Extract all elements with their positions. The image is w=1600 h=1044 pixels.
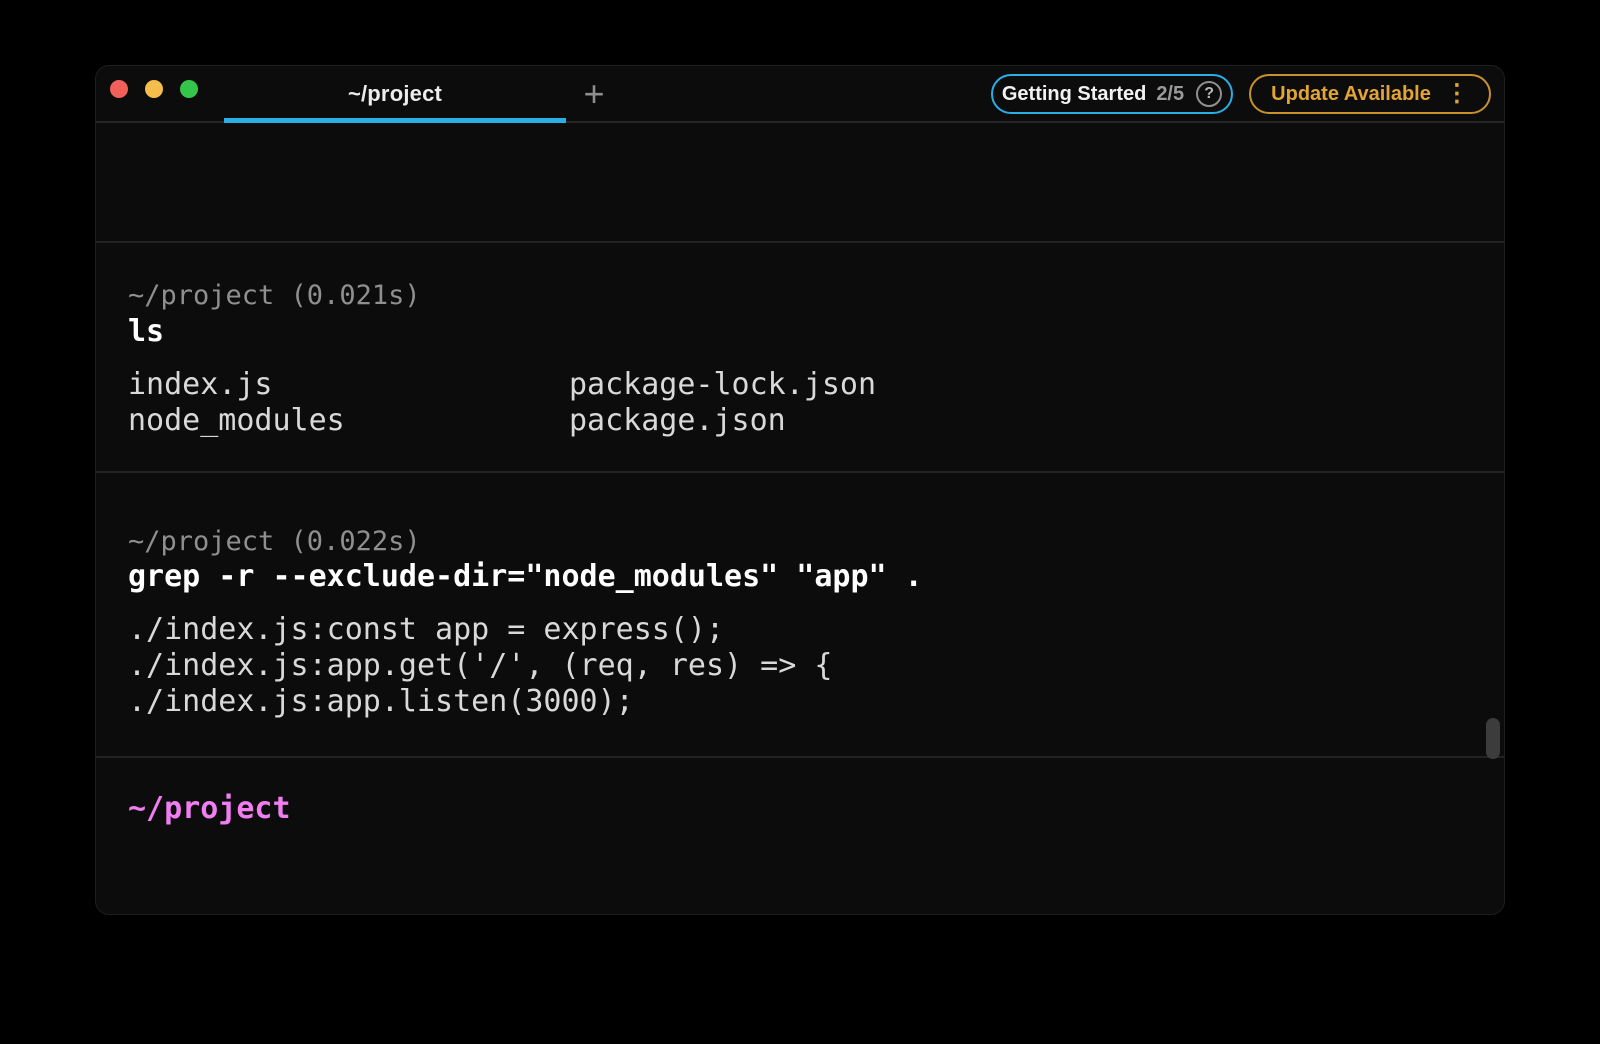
getting-started-progress: 2/5	[1156, 83, 1184, 106]
title-bar[interactable]: ~/project + Getting Started 2/5 ? Update…	[96, 66, 1504, 123]
command-text[interactable]: ls	[128, 314, 164, 350]
new-tab-button[interactable]: +	[572, 66, 616, 121]
traffic-lights	[110, 80, 198, 98]
prompt-path[interactable]: ~/project	[128, 791, 291, 827]
file-name: package-lock.json	[569, 367, 876, 402]
block-divider	[96, 241, 1504, 243]
file-name: package.json	[569, 403, 786, 438]
close-window-button[interactable]	[110, 80, 128, 98]
command-output-line: ./index.js:const app = express();	[128, 612, 724, 648]
command-output-row: node_modulespackage.json	[128, 403, 786, 439]
command-output-line: ./index.js:app.get('/', (req, res) => {	[128, 648, 832, 684]
tab-title: ~/project	[348, 81, 442, 107]
zoom-window-button[interactable]	[180, 80, 198, 98]
block-divider	[96, 756, 1504, 758]
block-header: ~/project (0.021s)	[128, 278, 421, 314]
kebab-menu-icon[interactable]: ⋮	[1445, 84, 1469, 104]
terminal-window: ~/project + Getting Started 2/5 ? Update…	[95, 65, 1505, 915]
block-header: ~/project (0.022s)	[128, 524, 421, 560]
file-name: index.js	[128, 367, 569, 403]
file-name: node_modules	[128, 403, 569, 439]
update-available-label: Update Available	[1271, 83, 1431, 106]
getting-started-label: Getting Started	[1002, 83, 1146, 106]
update-available-button[interactable]: Update Available ⋮	[1249, 74, 1491, 114]
plus-icon: +	[583, 76, 604, 112]
active-tab-indicator	[224, 118, 566, 123]
command-output-row: index.jspackage-lock.json	[128, 367, 876, 403]
command-text[interactable]: grep -r --exclude-dir="node_modules" "ap…	[128, 559, 923, 595]
tab-project[interactable]: ~/project	[224, 66, 566, 121]
block-divider	[96, 471, 1504, 473]
help-icon[interactable]: ?	[1196, 81, 1222, 107]
getting-started-button[interactable]: Getting Started 2/5 ?	[991, 74, 1233, 114]
scrollbar-thumb[interactable]	[1486, 718, 1500, 759]
desktop-background: ~/project + Getting Started 2/5 ? Update…	[0, 0, 1600, 1044]
minimize-window-button[interactable]	[145, 80, 163, 98]
command-output-line: ./index.js:app.listen(3000);	[128, 684, 634, 720]
